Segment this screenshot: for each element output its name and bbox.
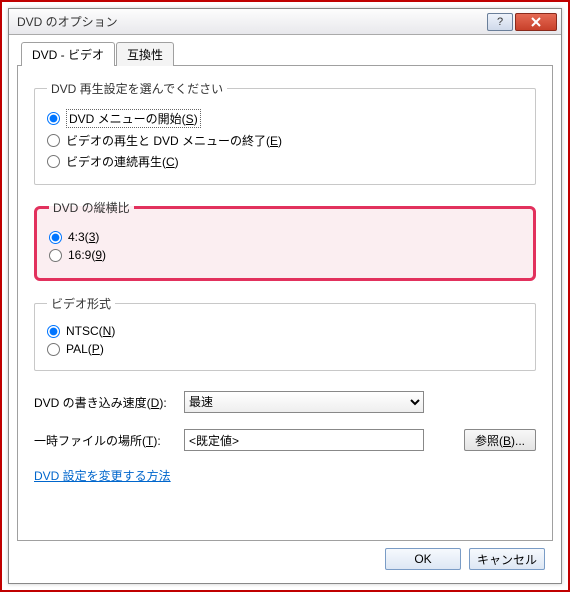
playback-group: DVD 再生設定を選んでください DVD メニューの開始(S) ビデオの再生と … [34, 80, 536, 185]
radio-4-3[interactable] [49, 231, 62, 244]
tab-compatibility[interactable]: 互換性 [116, 42, 174, 66]
playback-legend: DVD 再生設定を選んでください [47, 80, 227, 97]
radio-4-3-label: 4:3(3) [68, 230, 99, 244]
temp-path-input[interactable] [184, 429, 424, 451]
format-legend: ビデオ形式 [47, 295, 115, 312]
radio-16-9[interactable] [49, 249, 62, 262]
radio-play-then-menu-label: ビデオの再生と DVD メニューの終了(E) [66, 132, 282, 149]
burn-speed-select[interactable]: 最速 [184, 391, 424, 413]
temp-path-label: 一時ファイルの場所(T): [34, 432, 174, 449]
ok-button[interactable]: OK [385, 548, 461, 570]
window-title: DVD のオプション [17, 13, 487, 30]
radio-start-menu[interactable] [47, 112, 60, 125]
aspect-ratio-group: DVD の縦横比 4:3(3) 16:9(9) [34, 199, 536, 281]
cancel-button[interactable]: キャンセル [469, 548, 545, 570]
help-button[interactable]: ? [487, 13, 513, 31]
how-to-link[interactable]: DVD 設定を変更する方法 [34, 467, 536, 484]
video-format-group: ビデオ形式 NTSC(N) PAL(P) [34, 295, 536, 371]
radio-pal[interactable] [47, 343, 60, 356]
radio-play-then-menu[interactable] [47, 134, 60, 147]
radio-loop-label: ビデオの連続再生(C) [66, 153, 179, 170]
radio-16-9-label: 16:9(9) [68, 248, 106, 262]
radio-pal-label: PAL(P) [66, 342, 104, 356]
radio-start-menu-label: DVD メニューの開始(S) [66, 109, 201, 128]
aspect-legend: DVD の縦横比 [49, 199, 134, 216]
button-bar: OK キャンセル [17, 541, 553, 577]
tab-strip: DVD - ビデオ 互換性 [21, 41, 553, 65]
radio-ntsc[interactable] [47, 325, 60, 338]
titlebar: DVD のオプション ? [9, 9, 561, 35]
tab-panel: DVD 再生設定を選んでください DVD メニューの開始(S) ビデオの再生と … [17, 65, 553, 541]
browse-button[interactable]: 参照(B)... [464, 429, 536, 451]
tab-dvd-video[interactable]: DVD - ビデオ [21, 42, 115, 66]
radio-ntsc-label: NTSC(N) [66, 324, 115, 338]
dvd-options-dialog: DVD のオプション ? DVD - ビデオ 互換性 DVD 再生設定を選んでく… [8, 8, 562, 584]
close-button[interactable] [515, 13, 557, 31]
radio-loop[interactable] [47, 155, 60, 168]
burn-speed-label: DVD の書き込み速度(D): [34, 394, 174, 411]
